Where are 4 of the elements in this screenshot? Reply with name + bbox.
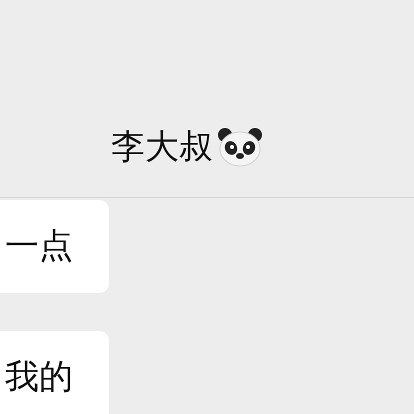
panda-icon	[217, 127, 263, 167]
chat-title: 李大叔	[111, 126, 213, 169]
message-bubble: 一点	[0, 200, 109, 293]
message-bubble: 我的	[0, 331, 109, 414]
